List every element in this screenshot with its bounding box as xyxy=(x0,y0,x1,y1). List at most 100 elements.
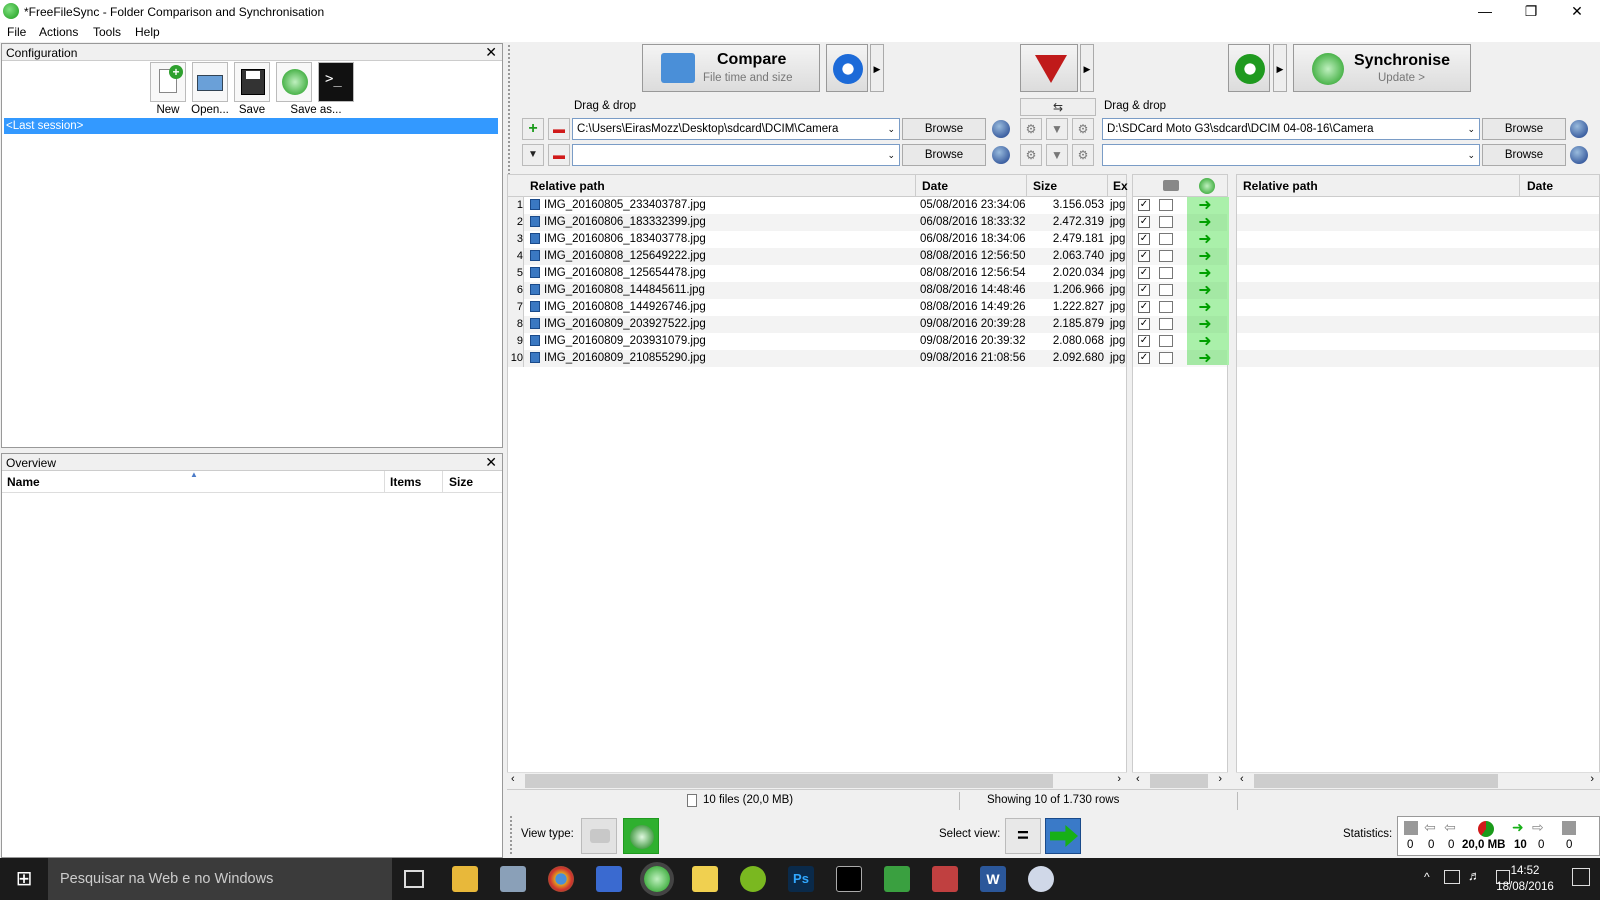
column-items[interactable]: Items xyxy=(390,475,421,489)
left-filter-icon-2[interactable]: ▼ xyxy=(1046,144,1068,166)
action-center-icon[interactable] xyxy=(1572,868,1590,886)
middle-scroll-thumb[interactable] xyxy=(1150,774,1208,788)
table-row[interactable]: 9 IMG_20160809_203931079.jpg 09/08/2016 20… xyxy=(508,333,1126,350)
create-right-arrow-icon[interactable]: ➜ xyxy=(1197,300,1213,316)
left-cloud-globe-icon-2[interactable] xyxy=(992,146,1010,164)
remove-folder-pair-icon[interactable]: ▬ xyxy=(548,118,570,140)
left-horizontal-scrollbar[interactable]: ‹ › xyxy=(507,772,1127,788)
drag-grip[interactable] xyxy=(508,45,511,175)
right-folder-input-2[interactable]: ⌄ xyxy=(1102,144,1480,166)
column-date[interactable]: Date xyxy=(922,179,948,193)
include-checkbox[interactable]: ✓ xyxy=(1138,199,1150,211)
save-as-batch-button[interactable] xyxy=(276,62,312,102)
table-row[interactable]: 2 IMG_20160806_183332399.jpg 06/08/2016 18… xyxy=(508,214,1126,231)
right-cloud-globe-icon-2[interactable] xyxy=(1570,146,1588,164)
bottom-drag-grip[interactable] xyxy=(510,816,512,854)
left-browse-button[interactable]: Browse xyxy=(902,118,986,140)
left-sync-settings-icon[interactable]: ⚙ xyxy=(1072,118,1094,140)
chevron-down-icon[interactable]: ⌄ xyxy=(1467,145,1475,165)
include-checkbox[interactable]: ✓ xyxy=(1138,216,1150,228)
chevron-down-icon[interactable]: ⌄ xyxy=(1467,119,1475,139)
view-type-sync-button[interactable] xyxy=(623,818,659,854)
file-explorer-icon[interactable] xyxy=(452,866,478,892)
include-checkbox[interactable]: ✓ xyxy=(1138,301,1150,313)
task-view-icon[interactable] xyxy=(404,870,424,888)
table-row[interactable] xyxy=(1237,350,1599,367)
create-right-arrow-icon[interactable]: ➜ xyxy=(1197,198,1213,214)
create-right-arrow-icon[interactable]: ➜ xyxy=(1197,317,1213,333)
right-browse-button-2[interactable]: Browse xyxy=(1482,144,1566,166)
left-settings-icon[interactable]: ⚙ xyxy=(1020,118,1042,140)
table-row[interactable]: 3 IMG_20160806_183403778.jpg 06/08/2016 18… xyxy=(508,231,1126,248)
scroll-left-icon[interactable]: ‹ xyxy=(1136,773,1140,785)
include-checkbox[interactable]: ✓ xyxy=(1138,267,1150,279)
left-browse-button-2[interactable]: Browse xyxy=(902,144,986,166)
right-horizontal-scrollbar[interactable]: ‹ › xyxy=(1236,772,1600,788)
network-icon[interactable] xyxy=(1444,870,1460,884)
include-checkbox[interactable]: ✓ xyxy=(1138,233,1150,245)
create-right-arrow-icon[interactable]: ➜ xyxy=(1197,283,1213,299)
compare-button[interactable]: Compare File time and size xyxy=(642,44,820,92)
add-folder-pair-icon[interactable]: + xyxy=(522,118,544,140)
remove-folder-pair-2-icon[interactable]: ▬ xyxy=(548,144,570,166)
photoshop-icon[interactable]: Ps xyxy=(788,866,814,892)
create-right-arrow-icon[interactable]: ➜ xyxy=(1197,351,1213,367)
menu-help[interactable]: Help xyxy=(135,25,160,39)
view-type-compare-button[interactable] xyxy=(581,818,617,854)
left-folder-input[interactable]: C:\Users\EirasMozz\Desktop\sdcard\DCIM\C… xyxy=(572,118,900,140)
app-blue-icon[interactable] xyxy=(596,866,622,892)
save-config-button[interactable] xyxy=(234,62,270,102)
table-row[interactable] xyxy=(1237,333,1599,350)
volume-icon[interactable]: ♬ xyxy=(1468,868,1481,883)
freefilesync-taskbar-icon[interactable] xyxy=(644,866,670,892)
create-right-arrow-icon[interactable]: ➜ xyxy=(1197,232,1213,248)
left-folder-input-2[interactable]: ⌄ xyxy=(572,144,900,166)
chevron-down-icon[interactable]: ⌄ xyxy=(887,119,895,139)
create-right-arrow-icon[interactable]: ➜ xyxy=(1197,249,1213,265)
right-column-relative-path[interactable]: Relative path xyxy=(1243,179,1318,193)
left-scroll-thumb[interactable] xyxy=(525,774,1053,788)
equal-view-button[interactable]: = xyxy=(1005,818,1041,854)
scroll-right-icon[interactable]: › xyxy=(1218,773,1222,785)
create-right-arrow-icon[interactable]: ➜ xyxy=(1197,266,1213,282)
left-cloud-globe-icon[interactable] xyxy=(992,120,1010,138)
right-column-date[interactable]: Date xyxy=(1527,179,1553,193)
table-row[interactable]: 6 IMG_20160808_144845611.jpg 08/08/2016 14… xyxy=(508,282,1126,299)
left-settings-icon-2[interactable]: ⚙ xyxy=(1020,144,1042,166)
minimize-button[interactable]: — xyxy=(1462,0,1508,22)
menu-file[interactable]: File xyxy=(7,25,26,39)
new-config-button[interactable]: + xyxy=(150,62,186,102)
column-size[interactable]: Size xyxy=(1033,179,1057,193)
filter-button[interactable] xyxy=(1020,44,1078,92)
scroll-right-icon[interactable]: › xyxy=(1590,773,1594,785)
scroll-left-icon[interactable]: ‹ xyxy=(511,773,515,785)
table-row[interactable] xyxy=(1237,282,1599,299)
include-checkbox[interactable]: ✓ xyxy=(1138,250,1150,262)
close-configuration-icon[interactable]: ✕ xyxy=(485,44,497,61)
close-overview-icon[interactable]: ✕ xyxy=(485,454,497,471)
menu-actions[interactable]: Actions xyxy=(39,25,78,39)
right-browse-button[interactable]: Browse xyxy=(1482,118,1566,140)
table-row[interactable] xyxy=(1237,231,1599,248)
create-right-view-button[interactable] xyxy=(1045,818,1081,854)
sync-settings-button[interactable] xyxy=(1228,44,1270,92)
table-row[interactable] xyxy=(1237,316,1599,333)
chevron-down-icon[interactable]: ⌄ xyxy=(887,145,895,165)
sync-dropdown-arrow[interactable]: ▶ xyxy=(1273,44,1287,92)
table-row[interactable] xyxy=(1237,197,1599,214)
open-config-button[interactable] xyxy=(192,62,228,102)
chrome-icon[interactable] xyxy=(548,866,574,892)
table-row[interactable] xyxy=(1237,299,1599,316)
scroll-right-icon[interactable]: › xyxy=(1117,773,1121,785)
store-icon[interactable] xyxy=(500,866,526,892)
table-row[interactable]: 7 IMG_20160808_144926746.jpg 08/08/2016 14… xyxy=(508,299,1126,316)
expand-pairs-icon[interactable]: ▼ xyxy=(522,144,544,166)
command-prompt-icon[interactable] xyxy=(836,866,862,892)
menu-tools[interactable]: Tools xyxy=(93,25,121,39)
create-right-arrow-icon[interactable]: ➜ xyxy=(1197,334,1213,350)
save-as-script-button[interactable]: >_ xyxy=(318,62,354,102)
include-checkbox[interactable]: ✓ xyxy=(1138,335,1150,347)
left-sync-settings-icon-2[interactable]: ⚙ xyxy=(1072,144,1094,166)
app-stripes-icon[interactable] xyxy=(932,866,958,892)
right-cloud-globe-icon[interactable] xyxy=(1570,120,1588,138)
